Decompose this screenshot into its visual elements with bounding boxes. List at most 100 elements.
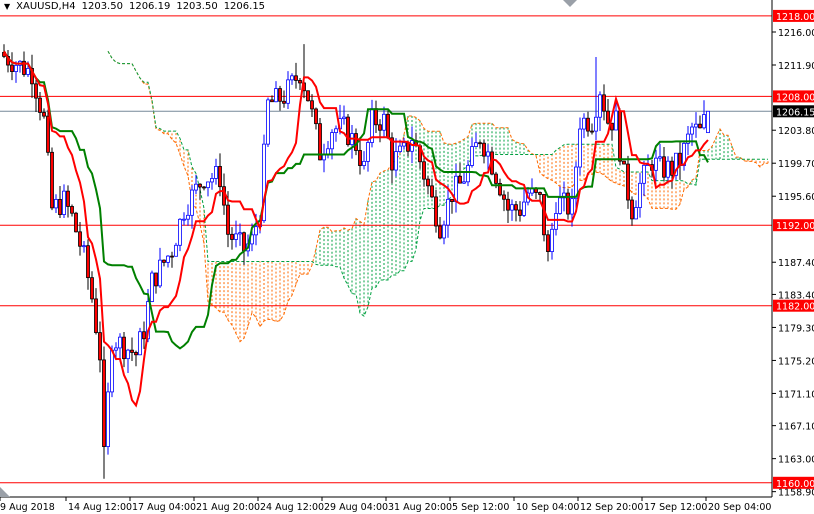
candle-body <box>510 204 514 211</box>
candle <box>430 178 434 199</box>
candle-body <box>626 163 630 201</box>
candle-body <box>238 232 242 235</box>
candle <box>606 98 610 125</box>
candle-body <box>334 128 338 133</box>
candle <box>58 185 62 219</box>
candle-body <box>622 160 626 165</box>
candle-body <box>54 198 58 209</box>
candle <box>170 251 174 268</box>
candle <box>122 331 126 368</box>
candle <box>6 49 10 73</box>
candle-body <box>434 196 438 227</box>
candle <box>182 212 186 226</box>
candle-body <box>514 204 518 211</box>
candle <box>658 143 662 162</box>
candle <box>306 90 310 102</box>
candle <box>130 337 134 361</box>
time-tick-label: 31 Aug 20:00 <box>388 502 452 513</box>
candle <box>190 185 194 229</box>
candle-body <box>466 165 470 183</box>
candle <box>326 141 330 159</box>
candle-body <box>110 349 114 393</box>
candle <box>134 350 138 367</box>
candle-body <box>278 88 282 102</box>
candle-body <box>590 130 594 133</box>
candle-body <box>306 90 310 102</box>
candle <box>278 85 282 111</box>
candle-body <box>486 151 490 157</box>
candle <box>266 97 270 148</box>
candle-body <box>78 231 82 247</box>
candle-body <box>270 99 274 103</box>
candle <box>378 119 382 143</box>
candle-body <box>194 183 198 191</box>
candle-body <box>706 110 710 134</box>
candle <box>518 201 522 222</box>
candle <box>282 90 286 108</box>
candle-body <box>362 160 366 166</box>
candle <box>566 188 570 220</box>
candle <box>34 77 38 112</box>
candle <box>62 184 66 218</box>
candle <box>662 147 666 182</box>
candle <box>230 227 234 250</box>
candle <box>478 140 482 148</box>
horizontal-levels <box>0 15 772 484</box>
candle-body <box>606 110 610 124</box>
candle-body <box>398 145 402 152</box>
candle <box>362 151 366 170</box>
candle-body <box>658 156 662 159</box>
candle-body <box>50 151 54 209</box>
candle-body <box>366 142 370 162</box>
candle-body <box>442 224 446 239</box>
candle <box>678 141 682 180</box>
candle <box>558 186 562 215</box>
candle-body <box>390 137 394 171</box>
candle <box>450 198 454 214</box>
candle <box>698 115 702 129</box>
candle <box>78 221 82 256</box>
candle-body <box>570 198 574 215</box>
price-tick-label: 1195.60 <box>778 192 814 203</box>
candle <box>446 185 450 238</box>
candle-body <box>122 336 126 360</box>
candle-body <box>26 67 30 75</box>
candle <box>434 189 438 233</box>
candle <box>242 231 246 265</box>
time-axis: 9 Aug 2018 14 Aug 12:00 17 Aug 04:00 21 Aug… <box>0 497 771 513</box>
time-tick-label: 24 Aug 12:00 <box>260 502 324 513</box>
candle <box>42 108 46 119</box>
candle <box>90 271 94 303</box>
candle-body <box>282 100 286 104</box>
candle <box>634 200 638 220</box>
price-tick-label: 1216.00 <box>778 28 814 39</box>
candle-body <box>90 277 94 300</box>
candle <box>18 60 22 73</box>
candle <box>314 107 318 130</box>
candle <box>386 108 390 140</box>
candle-body <box>374 108 378 126</box>
level-label: 1208.00 <box>776 92 814 103</box>
candle-body <box>702 114 706 129</box>
candle <box>166 255 170 268</box>
candle <box>154 272 158 294</box>
candle-body <box>670 160 674 176</box>
candle <box>510 199 514 221</box>
candle <box>158 247 162 288</box>
candle <box>298 78 302 90</box>
candle-body <box>594 116 598 132</box>
candle-body <box>522 201 526 216</box>
candle-body <box>274 88 278 103</box>
candle <box>86 239 90 290</box>
candle <box>586 111 590 137</box>
candle <box>310 94 314 117</box>
candle <box>366 140 370 172</box>
candle-body <box>598 94 602 118</box>
dropdown-triangle-icon[interactable]: ▼ <box>4 2 10 11</box>
price-chart[interactable]: 1216.00 1211.90 1203.80 1199.70 1195.60 1187.… <box>0 0 814 514</box>
candle <box>542 194 546 242</box>
chart-shift-marker-icon[interactable] <box>563 0 577 7</box>
candle-body <box>254 226 258 236</box>
senkou-span-a-line <box>107 50 768 343</box>
candle <box>342 105 346 125</box>
